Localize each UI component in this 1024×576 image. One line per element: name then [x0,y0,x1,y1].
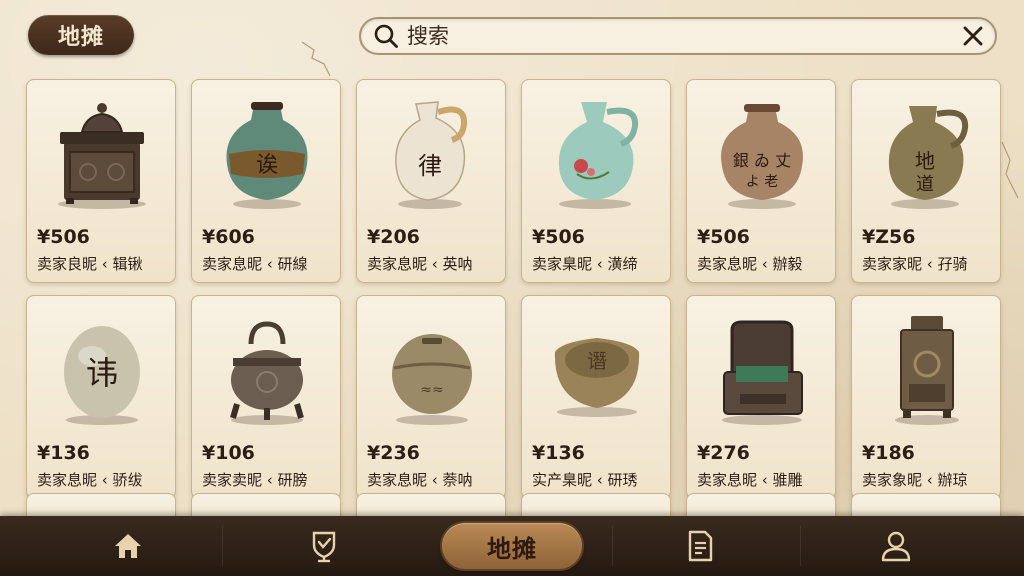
item-seller: 卖家臬昵 ‹ 潢缔 [532,255,638,273]
nav-market-label: 地摊 [442,523,582,569]
inkstone-box-icon [722,320,803,425]
item-card[interactable]: ¥276 卖家息昵 ‹ 骓雕 [686,295,836,499]
svg-text:讳: 讳 [86,354,118,392]
item-seller: 卖家息昵 ‹ 骓雕 [697,471,803,489]
search-input[interactable] [405,20,961,52]
search-icon [374,24,398,48]
svg-text:≈≈: ≈≈ [420,382,443,398]
item-price: ¥506 [532,226,585,248]
page-title: 地摊 [28,15,134,55]
celadon-ewer-icon [558,102,639,209]
item-card[interactable]: ¥506 卖家良昵 ‹ 辑锹 [26,79,176,283]
bronze-box-icon [58,103,146,209]
item-price: ¥136 [37,442,90,464]
bronze-lantern-icon [895,316,959,425]
item-price: ¥506 [37,226,90,248]
item-card[interactable]: 地 道 ¥Z56 卖家家昵 ‹ 孖骑 [851,79,1001,283]
svg-text:よ 老: よ 老 [746,174,778,190]
item-seller: 卖家象昵 ‹ 辦琼 [862,471,968,489]
item-seller: 卖家息昵 ‹ 骄绂 [37,471,143,489]
document-icon [688,530,713,562]
item-price: ¥506 [697,226,750,248]
item-price: ¥236 [367,442,420,464]
item-price: ¥106 [202,442,255,464]
item-price: ¥606 [202,226,255,248]
item-card[interactable]: 讳 ¥136 卖家息昵 ‹ 骄绂 [26,295,176,499]
item-card[interactable]: 诶 ¥606 卖家息昵 ‹ 研線 [191,79,341,283]
nav-home[interactable] [28,516,228,576]
item-card[interactable]: ≈≈ ¥236 卖家息昵 ‹ 萘呐 [356,295,506,499]
svg-text:地: 地 [915,149,935,173]
bronze-bell-icon: ≈≈ [392,334,472,425]
bronze-censer-icon [230,321,304,425]
nav-market[interactable]: 地摊 [412,516,612,576]
nav-collection[interactable] [224,516,424,576]
bronze-bowl-icon: 谮 [554,338,640,417]
item-seller: 实产臬昵 ‹ 研琇 [532,471,638,489]
trophy-shield-icon [312,531,336,563]
item-seller: 卖家息昵 ‹ 英呐 [367,255,473,273]
svg-text:诶: 诶 [256,153,278,178]
item-seller: 卖家息昵 ‹ 研線 [202,255,308,273]
item-seller: 卖家息昵 ‹ 辦毅 [697,255,803,273]
item-card[interactable]: ¥186 卖家象昵 ‹ 辦琼 [851,295,1001,499]
svg-text:律: 律 [418,152,442,180]
item-card[interactable]: 谮 ¥136 实产臬昵 ‹ 研琇 [521,295,671,499]
item-card[interactable]: 律 ¥206 卖家息昵 ‹ 英呐 [356,79,506,283]
search-bar[interactable] [359,17,997,55]
item-seller: 卖家息昵 ‹ 萘呐 [367,471,473,489]
item-card[interactable]: ¥106 卖家卖昵 ‹ 研膀 [191,295,341,499]
olive-jug-icon: 地 道 [888,106,969,209]
item-seller: 卖家家昵 ‹ 孖骑 [862,255,968,273]
item-card[interactable]: 銀 ゐ 丈 よ 老 ¥506 卖家息昵 ‹ 辦毅 [686,79,836,283]
item-price: ¥206 [367,226,420,248]
carved-stone-icon: 讳 [64,326,140,425]
item-grid: ¥506 卖家良昵 ‹ 辑锹 诶 ¥606 卖家息昵 ‹ 研線 律 ¥206 卖… [26,79,1001,499]
bottom-nav: 地摊 [0,516,1024,576]
inscribed-jar-icon: 銀 ゐ 丈 よ 老 [721,104,803,209]
svg-text:銀 ゐ 丈: 銀 ゐ 丈 [733,151,791,170]
close-icon[interactable] [961,24,985,48]
item-price: ¥136 [532,442,585,464]
item-price: ¥276 [697,442,750,464]
item-price: ¥Z56 [862,226,916,248]
item-card[interactable]: ¥506 卖家臬昵 ‹ 潢缔 [521,79,671,283]
svg-text:谮: 谮 [587,349,607,373]
nav-records[interactable] [600,516,800,576]
white-ewer-icon: 律 [395,101,468,209]
paper-crack-decoration [301,41,331,77]
item-seller: 卖家卖昵 ‹ 研膀 [202,471,308,489]
home-icon [115,534,141,558]
painted-jar-icon: 诶 [226,102,308,209]
user-icon [881,531,911,562]
item-seller: 卖家良昵 ‹ 辑锹 [37,255,143,273]
svg-text:道: 道 [916,174,934,195]
item-price: ¥186 [862,442,915,464]
nav-profile[interactable] [796,516,996,576]
paper-crack-decoration [1001,141,1019,199]
